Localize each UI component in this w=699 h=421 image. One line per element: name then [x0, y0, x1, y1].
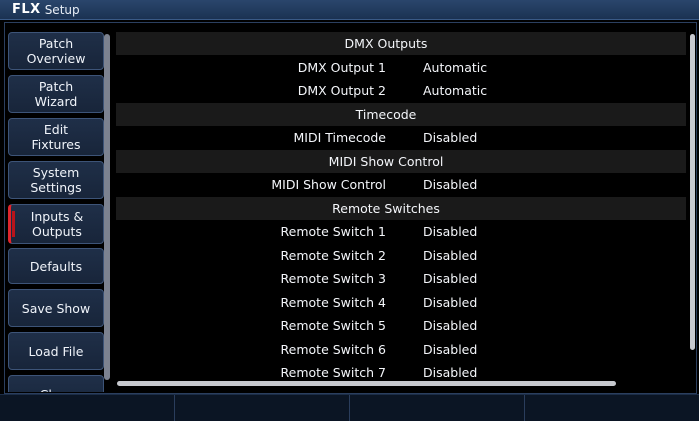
sidebar-scrollbar[interactable]: [104, 34, 110, 380]
sidebar-item-label: Save Show: [21, 300, 91, 316]
setting-label: Remote Switch 7: [280, 365, 386, 380]
setting-value[interactable]: Disabled: [423, 318, 477, 333]
settings-list: DMX Outputs DMX Output 1 Automatic DMX Outp…: [116, 32, 686, 384]
setting-row[interactable]: Remote Switch 6 Disabled: [116, 337, 686, 361]
setting-label: Remote Switch 4: [280, 294, 386, 310]
section-header-label: Remote Switches: [332, 200, 440, 216]
setting-row[interactable]: MIDI Show Control Disabled: [116, 173, 686, 196]
sidebar-item-edit-fixtures[interactable]: Edit Fixtures: [8, 118, 104, 156]
setting-value[interactable]: Disabled: [423, 342, 477, 357]
section-header-label: MIDI Show Control: [328, 153, 444, 169]
setting-value[interactable]: Disabled: [423, 130, 477, 145]
setting-label: Remote Switch 1: [280, 224, 386, 239]
setting-label: Remote Switch 2: [280, 247, 386, 263]
setting-label: DMX Output 1: [297, 59, 386, 75]
sidebar-item-label: Defaults: [29, 258, 83, 274]
sidebar-item-label: Load File: [28, 343, 84, 359]
sidebar-item-load-file[interactable]: Load File: [8, 332, 104, 370]
sidebar-item-system-settings[interactable]: System Settings: [8, 161, 104, 199]
setting-value[interactable]: Disabled: [423, 365, 477, 380]
setting-row[interactable]: DMX Output 1 Automatic: [116, 55, 686, 79]
sidebar-item-patch-wizard[interactable]: Patch Wizard: [8, 75, 104, 113]
setting-row[interactable]: Remote Switch 3 Disabled: [116, 267, 686, 290]
setting-value[interactable]: Disabled: [423, 271, 477, 286]
setting-row[interactable]: Remote Switch 5 Disabled: [116, 314, 686, 337]
setting-value[interactable]: Automatic: [423, 83, 487, 98]
setting-row[interactable]: MIDI Timecode Disabled: [116, 126, 686, 149]
softkey-3[interactable]: [350, 395, 525, 421]
setting-label: DMX Output 2: [297, 83, 386, 98]
sidebar-item-label: Inputs & Outputs: [30, 209, 84, 239]
section-header-label: Timecode: [355, 106, 417, 122]
setting-label: Remote Switch 3: [280, 271, 386, 286]
sidebar-item-defaults[interactable]: Defaults: [8, 248, 104, 284]
sidebar-item-label: Patch Overview: [26, 36, 86, 66]
softkey-bar: [0, 394, 699, 421]
softkey-2[interactable]: [175, 395, 350, 421]
setting-row[interactable]: Remote Switch 4 Disabled: [116, 290, 686, 314]
setting-value[interactable]: Automatic: [423, 60, 487, 75]
setting-value[interactable]: Disabled: [423, 295, 477, 310]
window-title: Setup: [44, 2, 80, 17]
settings-vertical-scrollbar[interactable]: [690, 34, 695, 350]
sidebar-item-patch-overview[interactable]: Patch Overview: [8, 32, 104, 70]
setting-row[interactable]: DMX Output 2 Automatic: [116, 79, 686, 102]
softkey-4[interactable]: [525, 395, 699, 421]
sidebar-item-label: Clear: [40, 387, 73, 393]
sidebar-item-label: Patch Wizard: [34, 79, 78, 109]
setting-value[interactable]: Disabled: [423, 248, 477, 263]
app-brand: FLX: [12, 2, 41, 17]
setting-label: Remote Switch 6: [280, 341, 386, 357]
section-header: MIDI Show Control: [116, 149, 686, 173]
sidebar-item-inputs-outputs[interactable]: Inputs & Outputs: [8, 204, 104, 244]
setting-row[interactable]: Remote Switch 1 Disabled: [116, 220, 686, 243]
section-header-label: DMX Outputs: [344, 36, 428, 51]
sidebar-item-clear[interactable]: Clear: [8, 375, 104, 392]
setting-label: Remote Switch 5: [280, 318, 386, 333]
section-header: DMX Outputs: [116, 32, 686, 55]
setting-label: MIDI Timecode: [293, 130, 387, 145]
sidebar: Patch Overview Patch Wizard Edit Fixtures Syst…: [8, 32, 104, 392]
title-bar: FLX Setup: [0, 0, 699, 20]
section-header: Timecode: [116, 102, 686, 126]
section-header: Remote Switches: [116, 196, 686, 220]
setting-value[interactable]: Disabled: [423, 224, 477, 239]
sidebar-item-save-show[interactable]: Save Show: [8, 289, 104, 327]
sidebar-item-label: System Settings: [30, 165, 82, 195]
setting-label: MIDI Show Control: [271, 177, 386, 192]
setting-row[interactable]: Remote Switch 2 Disabled: [116, 243, 686, 267]
settings-horizontal-scrollbar[interactable]: [117, 381, 616, 386]
sidebar-item-label: Edit Fixtures: [31, 122, 81, 152]
setting-value[interactable]: Disabled: [423, 177, 477, 192]
softkey-1[interactable]: [0, 395, 175, 421]
